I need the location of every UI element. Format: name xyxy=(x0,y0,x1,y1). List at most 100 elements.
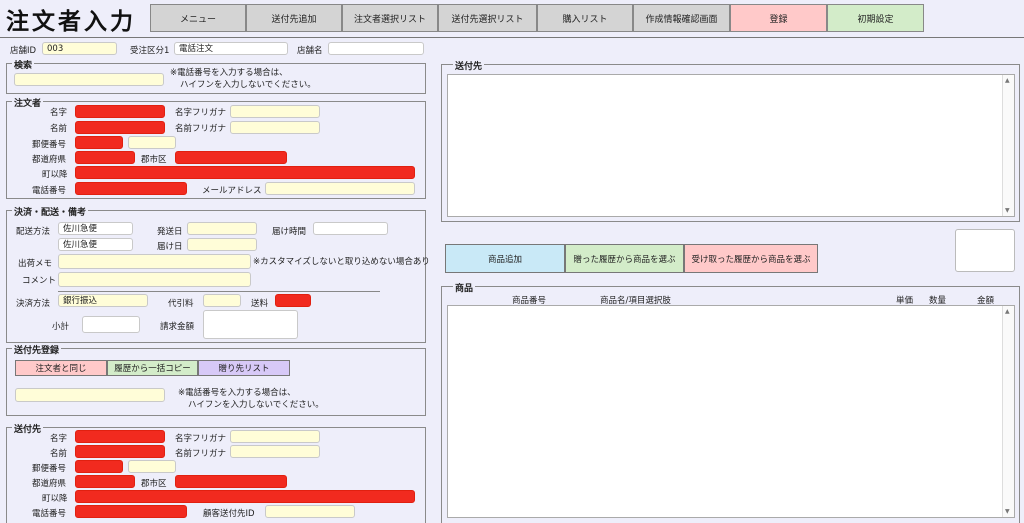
products-scrollbar[interactable]: ▲ ▼ xyxy=(1002,306,1014,517)
products-scroll-up-icon[interactable]: ▲ xyxy=(1005,308,1010,315)
dest-zip-label: 郵便番号 xyxy=(32,464,67,474)
store-name-field[interactable] xyxy=(328,42,424,55)
store-id-label: 店舗ID xyxy=(10,46,37,56)
dest-register-title: 送付先登録 xyxy=(12,343,62,356)
orderer-mail-field[interactable] xyxy=(265,182,415,195)
dest-mei-field[interactable] xyxy=(75,445,165,458)
search-input[interactable] xyxy=(14,73,164,86)
dest-summary-scrollbar[interactable]: ▲ ▼ xyxy=(1002,75,1014,216)
dest-mei-kana-label: 名前フリガナ xyxy=(175,449,227,459)
dest-search-note-2: ハイフンを入力しないでください。 xyxy=(188,400,324,410)
order-type-field[interactable]: 電話注文 xyxy=(174,42,288,55)
orderer-zip-field-2[interactable] xyxy=(128,136,176,149)
billing-field[interactable] xyxy=(203,310,298,339)
dest-zip-field-1[interactable] xyxy=(75,460,123,473)
order-type-label: 受注区分1 xyxy=(130,46,170,56)
register-button[interactable]: 登録 xyxy=(730,4,827,32)
orderer-zip-field-1[interactable] xyxy=(75,136,123,149)
cod-fee-field[interactable] xyxy=(203,294,241,307)
search-group-title: 検索 xyxy=(12,58,35,71)
orderer-sei-kana-field[interactable] xyxy=(230,105,320,118)
dest-summary-textarea[interactable]: ▲ ▼ xyxy=(447,74,1015,217)
orderer-tel-field[interactable] xyxy=(75,182,187,195)
nav-orderer-list-button[interactable]: 注文者選択リスト xyxy=(342,4,438,32)
dest-sei-kana-label: 名字フリガナ xyxy=(175,434,227,444)
orderer-mei-field[interactable] xyxy=(75,121,165,134)
dest-town-field[interactable] xyxy=(75,490,415,503)
payment-divider xyxy=(58,291,380,292)
dest-tel-field[interactable] xyxy=(75,505,187,518)
nav-add-destination-button[interactable]: 送付先追加 xyxy=(246,4,342,32)
orderer-sei-field[interactable] xyxy=(75,105,165,118)
orderer-sei-kana-label: 名字フリガナ xyxy=(175,108,227,118)
dest-sei-kana-field[interactable] xyxy=(230,430,320,443)
same-as-orderer-button[interactable]: 注文者と同じ xyxy=(15,360,107,376)
ship-method-field-1[interactable]: 佐川急便 xyxy=(58,222,133,235)
dest-city-label: 郡市区 xyxy=(141,479,167,489)
dest-city-field[interactable] xyxy=(175,475,287,488)
nav-confirm-screen-button[interactable]: 作成情報確認画面 xyxy=(633,4,730,32)
orderer-pref-field[interactable] xyxy=(75,151,135,164)
orderer-sei-label: 名字 xyxy=(50,108,68,118)
header-divider xyxy=(0,37,1024,38)
dest-zip-field-2[interactable] xyxy=(128,460,176,473)
add-product-button[interactable]: 商品追加 xyxy=(445,244,565,273)
ship-memo-label: 出荷メモ xyxy=(18,259,53,269)
dest-town-label: 町以降 xyxy=(42,494,68,504)
select-from-sent-history-button[interactable]: 贈った履歴から商品を選ぶ xyxy=(565,244,684,273)
products-title: 商品 xyxy=(453,281,476,294)
deliver-date-label: 届け日 xyxy=(157,242,183,252)
dest-sei-field[interactable] xyxy=(75,430,165,443)
store-id-field[interactable]: 003 xyxy=(42,42,117,55)
dest-sei-label: 名字 xyxy=(50,434,68,444)
orderer-tel-label: 電話番号 xyxy=(32,186,67,196)
dest-search-input[interactable] xyxy=(15,388,165,402)
dest-mei-kana-field[interactable] xyxy=(230,445,320,458)
dest-search-note-1: ※電話番号を入力する場合は、 xyxy=(178,388,296,398)
orderer-city-field[interactable] xyxy=(175,151,287,164)
orderer-mail-label: メールアドレス xyxy=(202,186,262,196)
scroll-down-icon[interactable]: ▼ xyxy=(1005,207,1010,214)
products-list[interactable]: ▲ ▼ xyxy=(447,305,1015,518)
dest-tel-label: 電話番号 xyxy=(32,509,67,519)
send-date-field[interactable] xyxy=(187,222,257,235)
select-from-received-history-button[interactable]: 受け取った履歴から商品を選ぶ xyxy=(684,244,818,273)
deliver-time-field[interactable] xyxy=(313,222,388,235)
deliver-time-label: 届け時間 xyxy=(272,227,307,237)
dest-pref-field[interactable] xyxy=(75,475,135,488)
copy-from-history-button[interactable]: 履歴から一括コピー xyxy=(107,360,198,376)
payment-method-label: 決済方法 xyxy=(16,299,51,309)
orderer-group-title: 注文者 xyxy=(12,96,44,109)
scroll-up-icon[interactable]: ▲ xyxy=(1005,77,1010,84)
shipping-fee-field[interactable] xyxy=(275,294,311,307)
nav-destination-list-button[interactable]: 送付先選択リスト xyxy=(438,4,537,32)
ship-method-label: 配送方法 xyxy=(16,227,51,237)
ship-method-field-2[interactable]: 佐川急便 xyxy=(58,238,133,251)
subtotal-label: 小計 xyxy=(52,322,70,332)
gift-recipient-list-button[interactable]: 贈り先リスト xyxy=(198,360,290,376)
dest-group-title: 送付先 xyxy=(12,422,44,435)
dest-customer-id-label: 顧客送付先ID xyxy=(203,509,255,519)
dest-mei-label: 名前 xyxy=(50,449,68,459)
subtotal-field[interactable] xyxy=(82,316,140,333)
orderer-zip-label: 郵便番号 xyxy=(32,140,67,150)
dest-customer-id-field[interactable] xyxy=(265,505,355,518)
nav-menu-button[interactable]: メニュー xyxy=(150,4,246,32)
orderer-mei-kana-field[interactable] xyxy=(230,121,320,134)
send-date-label: 発送日 xyxy=(157,227,183,237)
initial-settings-button[interactable]: 初期設定 xyxy=(827,4,924,32)
payment-method-field[interactable]: 銀行振込 xyxy=(58,294,148,307)
cod-fee-label: 代引料 xyxy=(168,299,194,309)
comment-field[interactable] xyxy=(58,272,251,287)
page-title: 注文者入力 xyxy=(6,9,136,35)
deliver-date-field[interactable] xyxy=(187,238,257,251)
orderer-pref-label: 都道府県 xyxy=(32,155,67,165)
products-scroll-down-icon[interactable]: ▼ xyxy=(1005,508,1010,515)
ship-memo-field[interactable] xyxy=(58,254,251,269)
nav-purchase-list-button[interactable]: 購入リスト xyxy=(537,4,633,32)
orderer-town-field[interactable] xyxy=(75,166,415,179)
total-box[interactable] xyxy=(955,229,1015,272)
search-note-2: ハイフンを入力しないでください。 xyxy=(180,80,316,90)
orderer-mei-kana-label: 名前フリガナ xyxy=(175,124,227,134)
payment-group-title: 決済・配送・備考 xyxy=(12,205,89,218)
